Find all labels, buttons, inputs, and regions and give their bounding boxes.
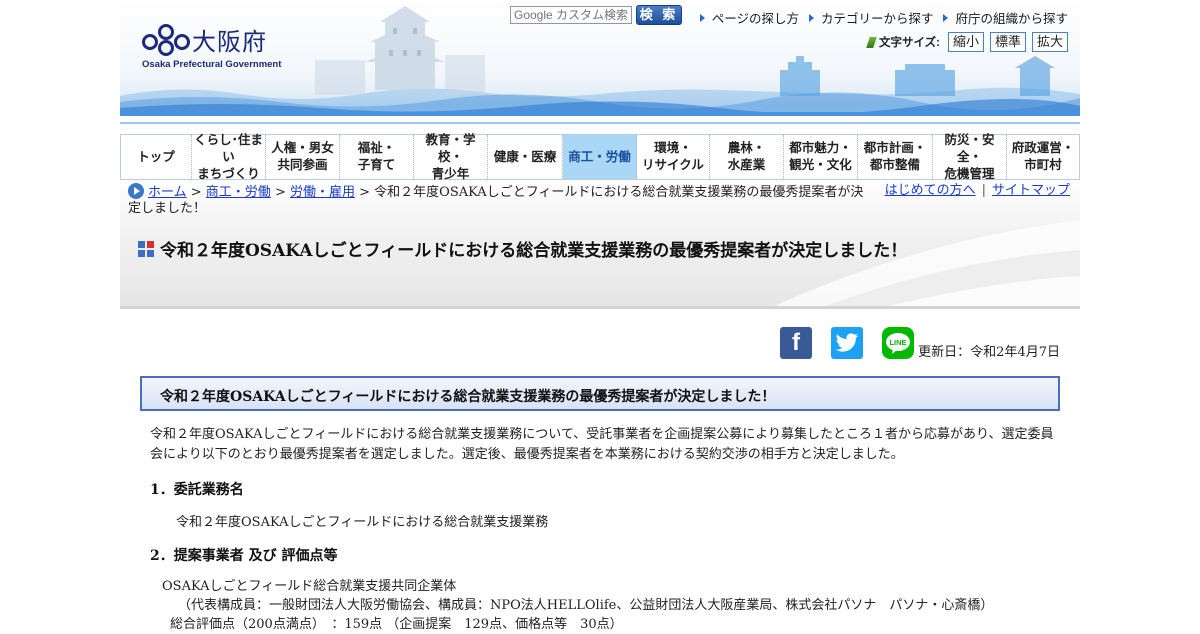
updated-date: 更新日：令和2年4月7日 bbox=[918, 345, 1060, 360]
nav-item-city-attraction[interactable]: 都市魅力・ 観光・文化 bbox=[784, 135, 858, 179]
line-bubble-icon: LINE bbox=[886, 333, 910, 354]
home-icon bbox=[128, 183, 144, 199]
osaka-logo-icon bbox=[142, 24, 190, 56]
bidder-score: 総合評価点（200点満点） ：159点 （企画提案 129点、価格点等 30点） bbox=[170, 617, 623, 632]
separator: | bbox=[981, 183, 986, 198]
nav-item-environment[interactable]: 環境・ リサイクル bbox=[637, 135, 710, 179]
arrow-right-icon bbox=[943, 13, 949, 22]
arrow-right-icon bbox=[808, 13, 814, 22]
twitter-bird-icon bbox=[835, 333, 859, 352]
search-input[interactable] bbox=[510, 6, 632, 24]
breadcrumb: ホーム > 商工・労働 > 労働・雇用 > 令和２年度OSAKAしごとフィールド… bbox=[128, 183, 864, 216]
intro-paragraph: 令和２年度OSAKAしごとフィールドにおける総合就業支援業務について、受託事業者… bbox=[150, 427, 1054, 462]
link-category[interactable]: カテゴリーから探す bbox=[808, 8, 934, 27]
title-square-icon bbox=[138, 240, 154, 257]
font-size-label: 文字サイズ: bbox=[866, 34, 940, 50]
link-label: 府庁の組織から探す bbox=[955, 12, 1068, 26]
link-label: ページの探し方 bbox=[711, 12, 799, 26]
breadcrumb-home[interactable]: ホーム bbox=[148, 185, 187, 200]
font-size-smaller-button[interactable]: 縮小 bbox=[947, 32, 984, 52]
font-size-label-text: 文字サイズ: bbox=[878, 37, 940, 49]
link-label: カテゴリーから探す bbox=[820, 12, 934, 26]
nav-item-administration[interactable]: 府政運営・ 市町村 bbox=[1007, 135, 1079, 179]
nav-item-welfare[interactable]: 福祉・ 子育て bbox=[340, 135, 414, 179]
line-label: LINE bbox=[889, 338, 906, 347]
page: 大阪府 Osaka Prefectural Government Google … bbox=[120, 0, 1080, 632]
font-size-standard-button[interactable]: 標準 bbox=[989, 32, 1026, 52]
pen-icon bbox=[866, 36, 877, 48]
heading-task-name: 1．委託業務名 bbox=[150, 482, 244, 498]
site-header: 大阪府 Osaka Prefectural Government Google … bbox=[120, 0, 1080, 132]
nav-item-health[interactable]: 健康・医療 bbox=[488, 135, 563, 179]
nav-item-disaster[interactable]: 防災・安全・ 危機管理 bbox=[933, 133, 1007, 181]
search-button[interactable]: 検 索 bbox=[636, 5, 682, 25]
logo-subtitle: Osaka Prefectural Government bbox=[142, 59, 282, 70]
nav-item-commerce-labor[interactable]: 商工・労働 bbox=[563, 135, 637, 179]
link-organization[interactable]: 府庁の組織から探す bbox=[943, 8, 1068, 27]
first-visit-link[interactable]: はじめての方へ bbox=[885, 183, 976, 198]
breadcrumb-labor-employment[interactable]: 労働・雇用 bbox=[290, 185, 355, 200]
facebook-icon[interactable]: f bbox=[780, 327, 812, 359]
sitemap-link[interactable]: サイトマップ bbox=[992, 183, 1070, 198]
breadcrumb-commerce-labor[interactable]: 商工・労働 bbox=[206, 185, 271, 200]
nav-item-urban-planning[interactable]: 都市計画・ 都市整備 bbox=[858, 135, 933, 179]
top-links: ページの探し方 カテゴリーから探す 府庁の組織から探す bbox=[699, 8, 1068, 27]
castle-icon bbox=[315, 6, 485, 95]
nav-item-agriculture[interactable]: 農林・ 水産業 bbox=[710, 135, 784, 179]
nav-item-education[interactable]: 教育・学校・ 青少年 bbox=[414, 133, 488, 181]
task-name: 令和２年度OSAKAしごとフィールドにおける総合就業支援業務 bbox=[176, 515, 549, 530]
social-share: f LINE bbox=[780, 327, 914, 359]
skyline-decoration bbox=[780, 56, 1055, 96]
heading-bidder: 2．提案事業者 及び 評価点等 bbox=[150, 548, 338, 564]
bidder-members: （代表構成員：一般財団法人大阪労働協会、構成員：NPO法人HELLOlife、公… bbox=[178, 598, 994, 613]
font-size-larger-button[interactable]: 拡大 bbox=[1031, 32, 1068, 52]
band-divider bbox=[120, 306, 1080, 309]
line-icon[interactable]: LINE bbox=[882, 327, 914, 359]
logo-text: 大阪府 bbox=[192, 29, 267, 56]
nav-item-human-rights[interactable]: 人権・男女 共同参画 bbox=[266, 135, 340, 179]
osaka-logo[interactable]: 大阪府 Osaka Prefectural Government bbox=[142, 20, 282, 72]
bidder-info: OSAKAしごとフィールド総合就業支援共同企業体 （代表構成員：一般財団法人大阪… bbox=[162, 577, 993, 634]
page-title: 令和２年度OSAKAしごとフィールドにおける総合就業支援業務の最優秀提案者が決定… bbox=[138, 236, 907, 261]
section-heading: 令和２年度OSAKAしごとフィールドにおける総合就業支援業務の最優秀提案者が決定… bbox=[140, 376, 1060, 411]
page-title-text: 令和２年度OSAKAしごとフィールドにおける総合就業支援業務の最優秀提案者が決定… bbox=[160, 241, 908, 261]
nav-item-living[interactable]: くらし･住まい まちづくり bbox=[192, 133, 266, 181]
global-nav: トップ くらし･住まい まちづくり 人権・男女 共同参画 福祉・ 子育て 教育・… bbox=[120, 133, 1080, 181]
bidder-name: OSAKAしごとフィールド総合就業支援共同企業体 bbox=[162, 579, 457, 594]
utility-links: はじめての方へ | サイトマップ bbox=[885, 183, 1070, 199]
arrow-right-icon bbox=[699, 13, 705, 22]
font-size-controls: 文字サイズ: 縮小 標準 拡大 bbox=[866, 32, 1068, 52]
twitter-icon[interactable] bbox=[831, 327, 863, 359]
nav-item-top[interactable]: トップ bbox=[121, 135, 192, 179]
link-how-to-find[interactable]: ページの探し方 bbox=[699, 8, 799, 27]
